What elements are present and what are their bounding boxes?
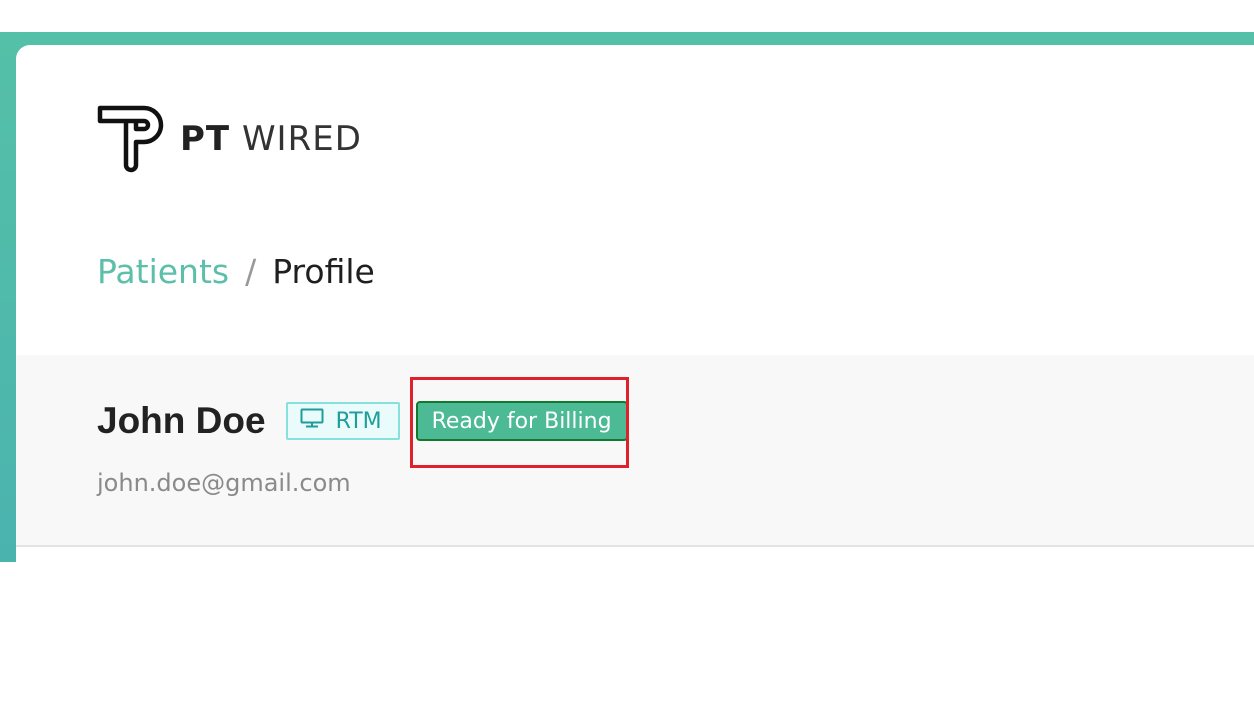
main-card: PT WIRED Patients / Profile John Doe RTM… bbox=[16, 45, 1254, 562]
brand-name: PT WIRED bbox=[180, 122, 362, 156]
brand-logo[interactable]: PT WIRED bbox=[96, 102, 362, 176]
breadcrumb: Patients / Profile bbox=[97, 255, 375, 288]
patient-header: John Doe RTM Ready for Billing john.doe@… bbox=[16, 355, 1254, 547]
brand-name-light: WIRED bbox=[241, 119, 362, 159]
patient-email: john.doe@gmail.com bbox=[97, 469, 351, 497]
patient-name: John Doe bbox=[97, 400, 266, 441]
rtm-tag-label: RTM bbox=[335, 408, 382, 434]
monitor-icon bbox=[300, 408, 336, 434]
breadcrumb-separator: / bbox=[245, 252, 257, 291]
patient-name-row: John Doe RTM Ready for Billing bbox=[97, 400, 628, 442]
brand-name-bold: PT bbox=[180, 119, 231, 159]
pt-wired-logo-icon bbox=[96, 103, 166, 175]
breadcrumb-current: Profile bbox=[272, 252, 375, 291]
rtm-program-tag: RTM bbox=[285, 402, 400, 440]
billing-status-tag[interactable]: Ready for Billing bbox=[415, 401, 628, 441]
breadcrumb-patients-link[interactable]: Patients bbox=[97, 255, 229, 288]
